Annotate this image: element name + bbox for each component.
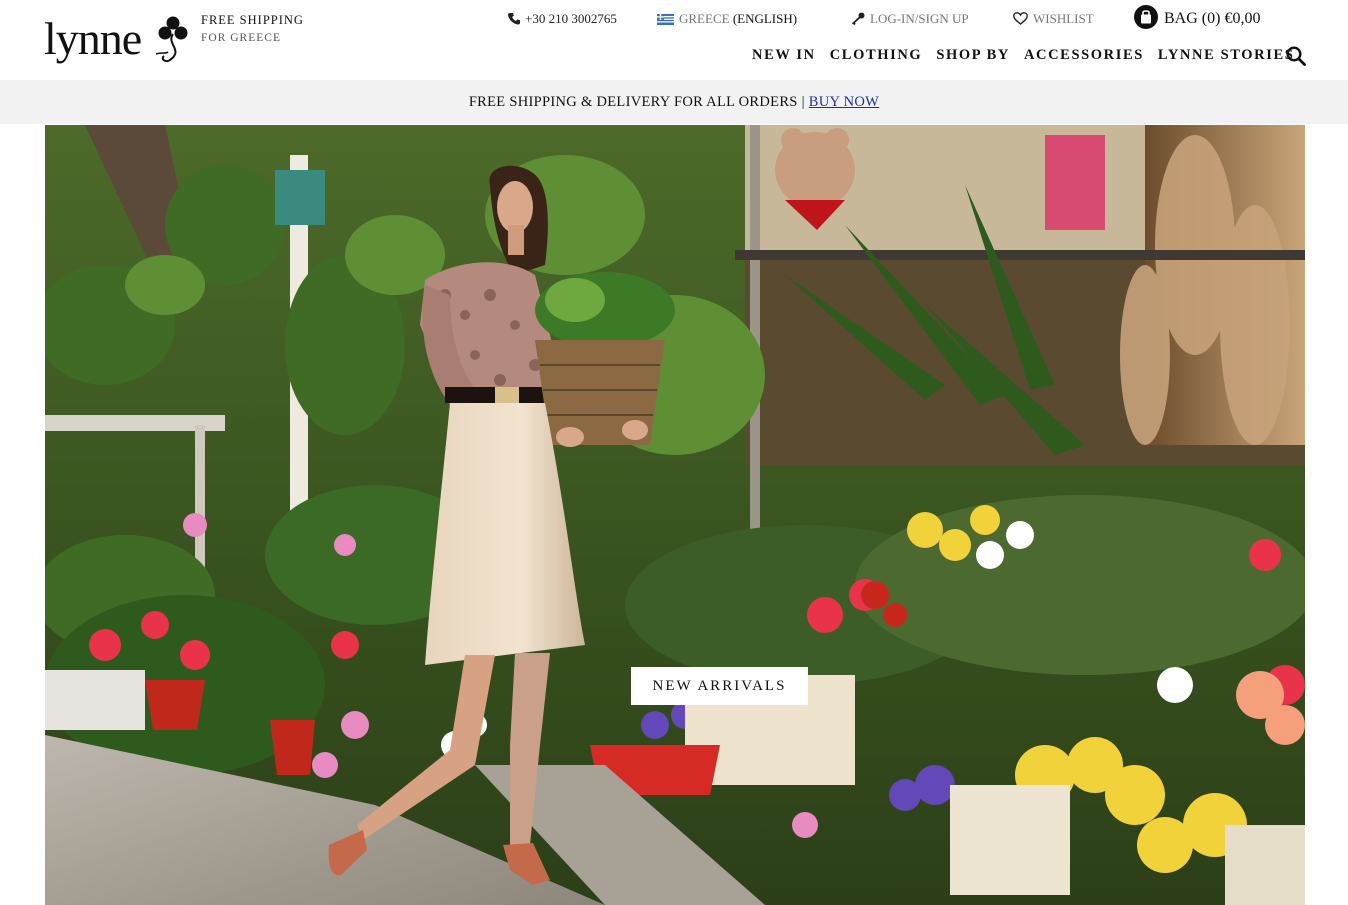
- nav-item-clothing[interactable]: CLOTHING: [830, 47, 923, 64]
- logo-wordmark: lynne: [44, 13, 142, 64]
- nav-item-lynne-stories[interactable]: LYNNE STORIES: [1158, 47, 1294, 64]
- heart-icon: [1013, 12, 1028, 25]
- country-selector[interactable]: GREECE (ENGLISH): [657, 10, 797, 28]
- country-name: GREECE: [679, 11, 730, 26]
- phone-icon: [508, 13, 520, 25]
- wishlist-link[interactable]: WISHLIST: [1013, 10, 1094, 28]
- search-button[interactable]: [1286, 46, 1306, 66]
- nav-item-shop-by[interactable]: SHOP BY: [936, 47, 1010, 64]
- greek-flag-icon: [657, 14, 674, 25]
- site-header: lynne FREE SHIPPING FOR GREECE +30 210 3…: [0, 0, 1348, 80]
- nav-item-new-in[interactable]: NEW IN: [752, 47, 816, 64]
- search-icon: [1286, 46, 1306, 66]
- promo-bar: FREE SHIPPING & DELIVERY FOR ALL ORDERS …: [0, 80, 1348, 124]
- new-arrivals-button[interactable]: NEW ARRIVALS: [631, 667, 808, 705]
- phone-link[interactable]: +30 210 3002765: [508, 10, 617, 28]
- buy-now-link[interactable]: BUY NOW: [809, 94, 879, 110]
- key-icon: [851, 12, 865, 26]
- hero-banner[interactable]: NEW ARRIVALS: [45, 125, 1305, 905]
- login-signup-link[interactable]: LOG-IN/SIGN UP: [851, 10, 969, 28]
- phone-number: +30 210 3002765: [525, 11, 617, 26]
- language-name: (ENGLISH): [732, 11, 798, 26]
- nav-item-accessories[interactable]: ACCESSORIES: [1024, 47, 1144, 64]
- bag-icon: [1134, 5, 1158, 29]
- login-label: LOG-IN/SIGN UP: [870, 11, 969, 26]
- clover-icon: [156, 16, 188, 63]
- main-navigation: NEW IN CLOTHING SHOP BY ACCESSORIES LYNNE ST…: [752, 46, 1308, 66]
- bag-link[interactable]: BAG (0) €0,00: [1134, 5, 1260, 31]
- free-shipping-line1: FREE SHIPPING: [201, 13, 304, 27]
- hero-image: [45, 125, 1305, 905]
- wishlist-label: WISHLIST: [1033, 11, 1094, 26]
- free-shipping-line2: FOR GREECE: [201, 32, 281, 44]
- bag-summary: BAG (0) €0,00: [1164, 10, 1261, 27]
- free-shipping-note: FREE SHIPPING FOR GREECE: [201, 11, 304, 47]
- brand-logo[interactable]: lynne: [44, 12, 189, 68]
- promo-text: FREE SHIPPING & DELIVERY FOR ALL ORDERS …: [468, 94, 805, 110]
